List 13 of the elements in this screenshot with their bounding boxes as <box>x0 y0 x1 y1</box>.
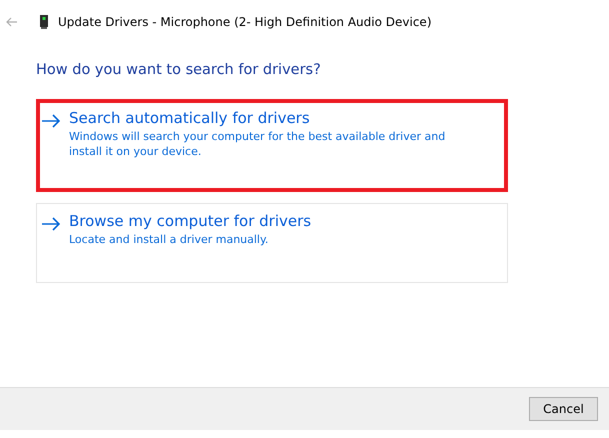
cancel-button[interactable]: Cancel <box>529 397 598 421</box>
window-title: Update Drivers - Microphone (2- High Definition Audio Device) <box>58 15 432 29</box>
option-description: Windows will search your computer for the best available driver and install it on your device. <box>69 129 446 159</box>
arrow-icon <box>41 217 61 231</box>
option-title: Search automatically for drivers <box>69 109 311 127</box>
device-icon <box>40 15 48 29</box>
arrow-icon <box>41 114 61 128</box>
option-card[interactable]: Browse my computer for drivers Locate and install a driver manually. <box>36 203 508 283</box>
option-card[interactable]: Search automatically for drivers Windows will search your computer for the best available driver and install it on your device. <box>36 99 508 192</box>
back-arrow-icon[interactable] <box>6 17 18 27</box>
heading: How do you want to search for drivers? <box>36 62 322 78</box>
option-title: Browse my computer for drivers <box>69 212 312 230</box>
option-description: Locate and install a driver manually. <box>69 232 270 247</box>
